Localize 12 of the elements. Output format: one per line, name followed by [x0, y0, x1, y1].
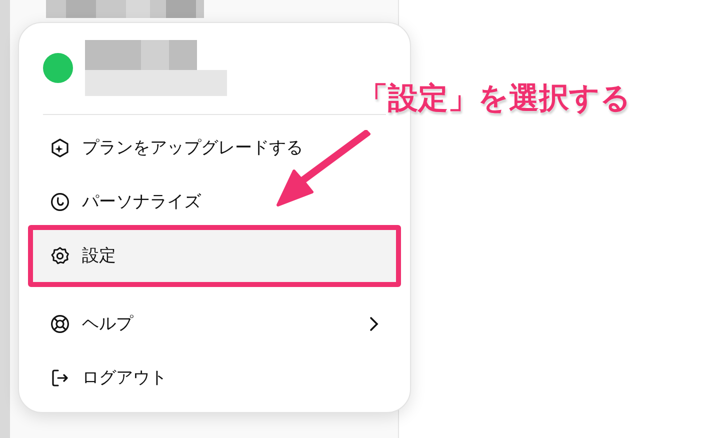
smile-icon [50, 192, 70, 212]
logout-icon [50, 368, 70, 388]
menu-item[interactable]: プランをアップグレードする [28, 121, 401, 175]
settings-icon [50, 246, 70, 266]
annotation-label: 「設定」を選択する [358, 81, 631, 117]
avatar-icon [43, 53, 73, 83]
menu-item[interactable]: ヘルプ [28, 297, 401, 351]
menu-item[interactable]: 設定 [28, 225, 401, 287]
menu-item[interactable]: ログアウト [28, 351, 401, 405]
upgrade-icon [50, 138, 70, 158]
chevron-right-icon [369, 316, 379, 332]
lifebuoy-icon [50, 314, 70, 334]
